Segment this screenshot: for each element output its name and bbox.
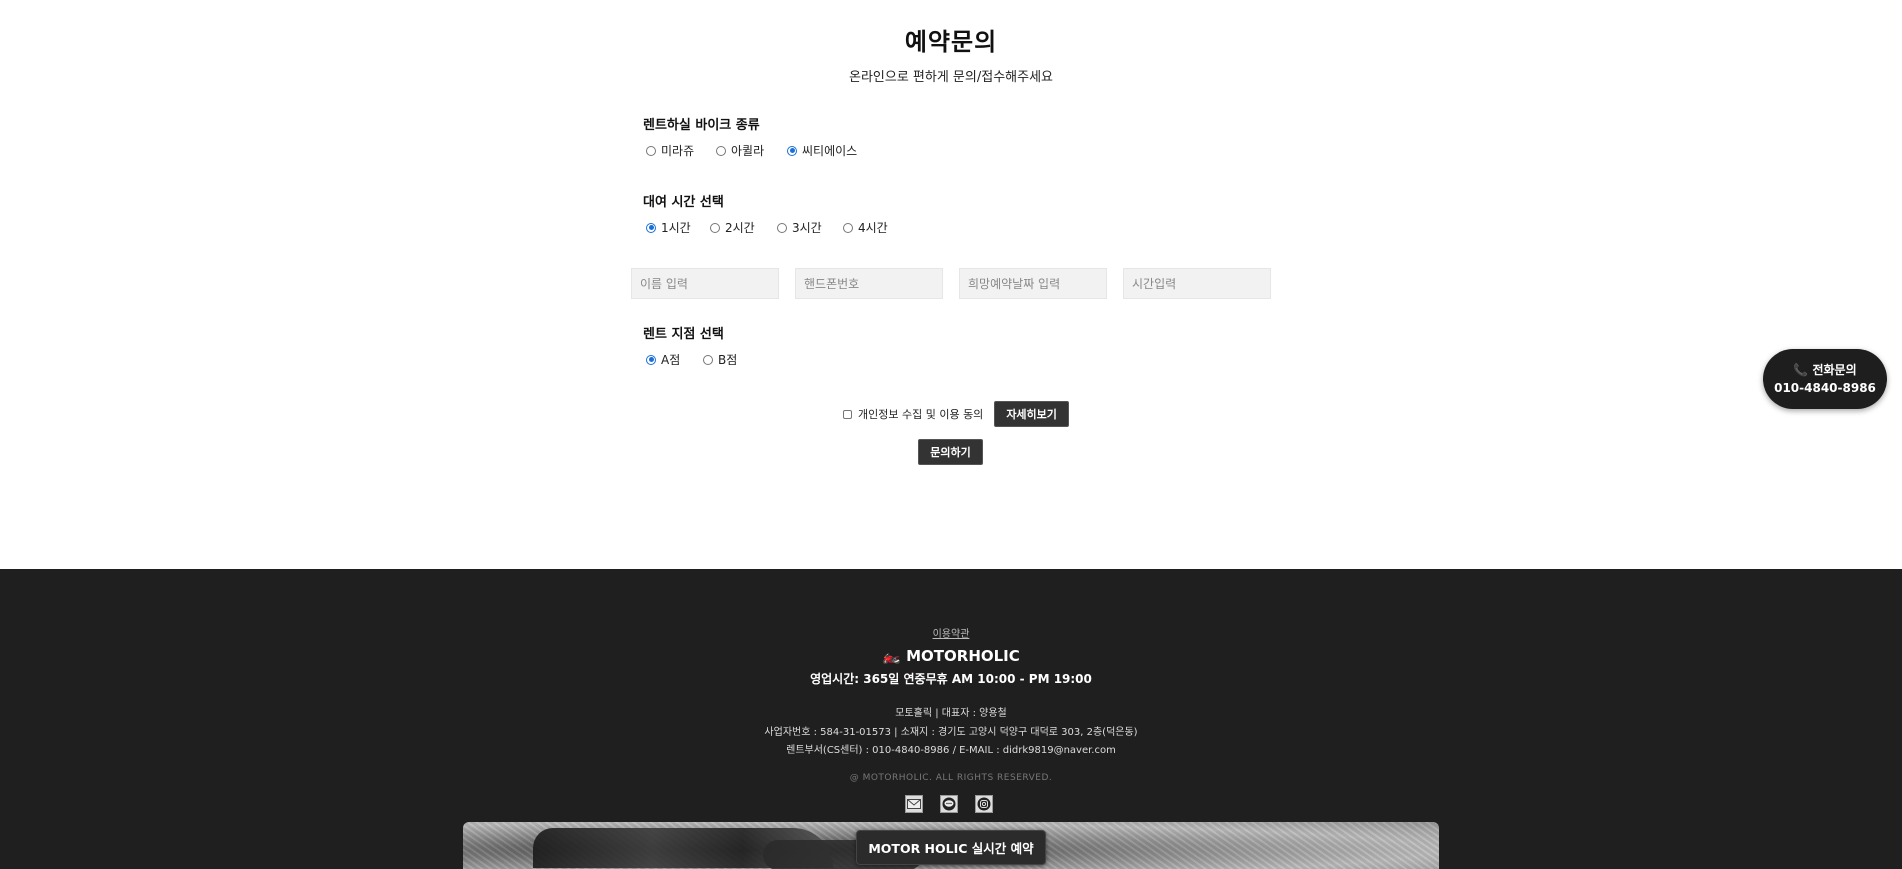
bike-type-option-mirage[interactable]: 미라쥬	[646, 142, 694, 159]
radio-label: A점	[661, 353, 681, 367]
rental-time-option-4h[interactable]: 4시간	[843, 219, 888, 236]
phone-float-label: 📞 전화문의	[1793, 363, 1857, 377]
submit-inquiry-button[interactable]: 문의하기	[918, 439, 983, 465]
privacy-agree-row: 개인정보 수집 및 이용 동의 자세히보기	[843, 401, 1069, 427]
terms-link[interactable]: 이용약관	[0, 625, 1902, 640]
rental-time-option-2h[interactable]: 2시간	[710, 219, 755, 236]
chat-icon[interactable]	[940, 795, 958, 813]
date-input[interactable]	[959, 268, 1107, 299]
branch-label: 렌트 지점 선택	[643, 327, 724, 342]
branch-option-a[interactable]: A점	[646, 351, 680, 368]
terms-link-text[interactable]: 이용약관	[933, 629, 970, 640]
radio-button-selected[interactable]	[787, 145, 797, 156]
copyright: @ MOTORHOLIC. ALL RIGHTS RESERVED.	[849, 773, 1053, 783]
mail-icon[interactable]	[905, 795, 923, 813]
company-info-line: 렌트부서(CS센터) : 010-4840-8986 / E-MAIL : di…	[786, 745, 1116, 756]
rental-time-option-1h[interactable]: 1시간	[646, 219, 691, 236]
radio-button[interactable]	[843, 222, 853, 233]
realtime-reserve-button[interactable]: MOTOR HOLIC 실시간 예약	[856, 830, 1046, 865]
radio-button[interactable]	[777, 222, 787, 233]
radio-button[interactable]	[710, 222, 720, 233]
instagram-icon[interactable]	[975, 795, 993, 813]
rental-time-option-3h[interactable]: 3시간	[777, 219, 822, 236]
business-hours: 영업시간: 365일 연중무휴 AM 10:00 - PM 19:00	[810, 672, 1092, 686]
bike-type-label: 렌트하실 바이크 종류	[643, 118, 760, 133]
phone-inquiry-float-button[interactable]: 📞 전화문의 010-4840-8986	[1763, 349, 1887, 409]
radio-button-selected[interactable]	[646, 354, 656, 365]
radio-label: 2시간	[725, 221, 755, 235]
time-input[interactable]	[1123, 268, 1271, 299]
radio-button[interactable]	[716, 145, 726, 156]
page-title: 예약문의	[904, 28, 998, 56]
radio-label: 4시간	[858, 221, 888, 235]
privacy-checkbox-label: 개인정보 수집 및 이용 동의	[858, 408, 984, 421]
phone-float-number: 010-4840-8986	[1774, 381, 1876, 395]
footer-brand: 🏍️ MOTORHOLIC	[882, 647, 1020, 665]
branch-option-b[interactable]: B점	[703, 351, 737, 368]
company-info-line: 사업자번호 : 584-31-01573 | 소재지 : 경기도 고양시 덕양구…	[764, 727, 1138, 738]
name-input[interactable]	[631, 268, 779, 299]
privacy-detail-button[interactable]: 자세히보기	[994, 401, 1069, 427]
bike-type-option-aquila[interactable]: 아퀼라	[716, 142, 764, 159]
radio-label: 아퀼라	[731, 144, 765, 158]
company-info-line: 모토홀릭 | 대표자 : 양용철	[895, 708, 1007, 719]
radio-button[interactable]	[646, 145, 656, 156]
radio-label: 미라쥬	[661, 144, 695, 158]
page-subtitle: 온라인으로 편하게 문의/접수해주세요	[848, 70, 1053, 85]
radio-button-selected[interactable]	[646, 222, 656, 233]
radio-button[interactable]	[703, 354, 713, 365]
radio-label: 씨티에이스	[802, 144, 858, 158]
radio-label: 1시간	[661, 221, 691, 235]
bike-type-option-cityace[interactable]: 씨티에이스	[787, 142, 857, 159]
privacy-checkbox[interactable]	[843, 409, 852, 419]
radio-label: B점	[718, 353, 738, 367]
rental-time-label: 대여 시간 선택	[643, 195, 724, 210]
radio-label: 3시간	[792, 221, 822, 235]
phone-input[interactable]	[795, 268, 943, 299]
